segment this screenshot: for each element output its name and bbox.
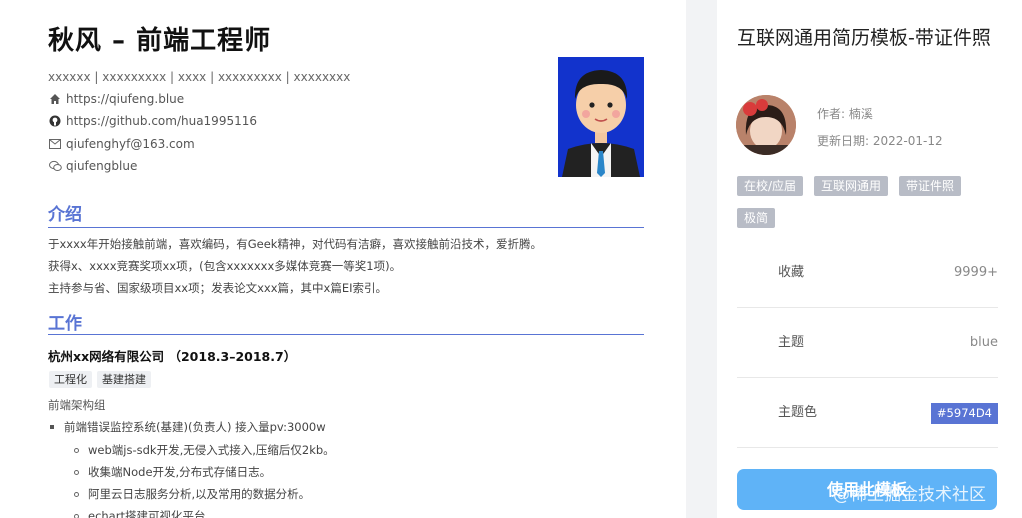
favorite-count: 9999+	[954, 265, 998, 280]
favorite-label: 收藏	[778, 265, 805, 280]
intro-divider	[48, 227, 644, 228]
category-tag[interactable]: 互联网通用	[814, 176, 889, 196]
template-title: 互联网通用简历模板-带证件照	[737, 27, 991, 49]
category-tag[interactable]: 在校/应届	[737, 176, 804, 196]
company-heading: 杭州xx网络有限公司 （2018.3–2018.7）	[48, 349, 297, 364]
work-divider	[48, 334, 644, 335]
author-avatar[interactable]	[736, 95, 796, 155]
category-tag[interactable]: 带证件照	[899, 176, 962, 196]
bullet-dot	[50, 425, 54, 429]
bullet-circle	[74, 513, 79, 518]
template-sidebar: 互联网通用简历模板-带证件照 作者: 楠溪 更新日期: 2022-01-12 在…	[717, 0, 1022, 518]
template-author: 作者: 楠溪	[817, 107, 873, 121]
theme-row: 主题 blue	[737, 308, 998, 378]
github-link[interactable]: https://github.com/hua1995116	[48, 113, 257, 129]
team-name: 前端架构组	[48, 398, 106, 412]
theme-color-chip: #5974D4	[930, 403, 998, 424]
wechat-link-text: qiufengblue	[66, 159, 138, 173]
intro-section-title: 介绍	[48, 205, 82, 225]
sub-list-item: 收集端Node开发,分布式存储日志。	[74, 464, 271, 480]
email-link-text: qiufenghyf@163.com	[66, 137, 195, 151]
list-item: 前端错误监控系统(基建)(负责人) 接入量pv:3000w	[50, 419, 326, 435]
category-tag[interactable]: 极简	[737, 208, 776, 228]
theme-value: blue	[969, 335, 998, 350]
skill-tag: 基建搭建	[97, 371, 151, 388]
mail-icon	[48, 137, 62, 151]
home-link-text: https://qiufeng.blue	[66, 92, 185, 106]
intro-line: 主持参与省、国家级项目xx项；发表论文xxx篇，其中x篇EI索引。	[48, 281, 387, 295]
work-section-title: 工作	[48, 314, 82, 334]
watermark: @稀土掘金技术社区	[833, 485, 986, 505]
home-link[interactable]: https://qiufeng.blue	[48, 91, 184, 107]
sub-list-item-text: web端js-sdk开发,无侵入式接入,压缩后仅2kb。	[88, 443, 335, 457]
github-icon	[48, 114, 62, 128]
favorite-row[interactable]: 收藏 9999+	[737, 238, 998, 308]
list-item-text: 前端错误监控系统(基建)(负责人) 接入量pv:3000w	[64, 420, 326, 434]
theme-color-label: 主题色	[778, 405, 818, 420]
resume-name: 秋风 – 前端工程师	[48, 26, 272, 56]
github-link-text: https://github.com/hua1995116	[66, 114, 257, 128]
intro-line: 获得x、xxxx竞赛奖项xx项，(包含xxxxxxx多媒体竞赛一等奖1项)。	[48, 259, 402, 273]
id-photo	[558, 57, 644, 177]
sub-list-item-text: 收集端Node开发,分布式存储日志。	[88, 465, 272, 479]
bullet-circle	[74, 469, 79, 475]
sub-list-item: 阿里云日志服务分析,以及常用的数据分析。	[74, 486, 310, 502]
home-icon	[48, 92, 62, 106]
info-line: xxxxxx | xxxxxxxxx | xxxx | xxxxxxxxx | …	[48, 70, 351, 84]
theme-label: 主题	[778, 335, 805, 350]
sub-list-item: echart搭建可视化平台	[74, 508, 205, 518]
bullet-circle	[74, 491, 79, 497]
sub-list-item: web端js-sdk开发,无侵入式接入,压缩后仅2kb。	[74, 442, 335, 458]
sub-list-item-text: 阿里云日志服务分析,以及常用的数据分析。	[88, 487, 311, 501]
email-link[interactable]: qiufenghyf@163.com	[48, 136, 195, 152]
sub-list-item-text: echart搭建可视化平台	[88, 509, 206, 518]
wechat-link[interactable]: qiufengblue	[48, 158, 137, 174]
skill-tag: 工程化	[49, 371, 92, 388]
wechat-icon	[48, 159, 62, 173]
theme-color-row: 主题色 #5974D4	[737, 378, 998, 448]
template-update-date: 更新日期: 2022-01-12	[817, 134, 943, 148]
resume-preview: 秋风 – 前端工程师 xxxxxx | xxxxxxxxx | xxxx | x…	[0, 0, 686, 518]
bullet-circle	[74, 447, 79, 453]
intro-line: 于xxxx年开始接触前端，喜欢编码，有Geek精神，对代码有洁癖，喜欢接触前沿技…	[48, 237, 542, 251]
